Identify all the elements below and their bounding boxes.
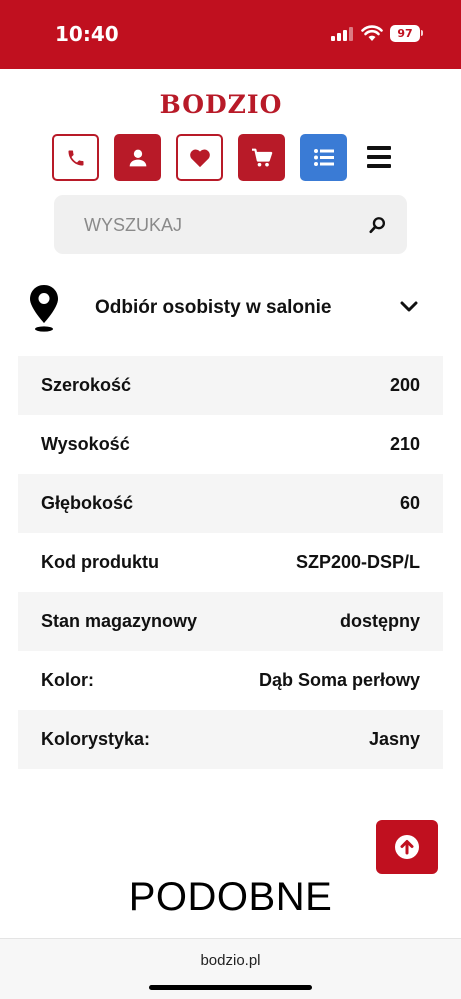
scroll-to-top-button[interactable] <box>376 820 438 874</box>
spec-value: Jasny <box>368 729 420 749</box>
spec-value: 210 <box>389 434 420 454</box>
spec-label: Kod produktu <box>41 552 159 572</box>
heart-icon <box>189 149 210 167</box>
spec-label: Wysokość <box>41 434 130 454</box>
search-icon[interactable] <box>369 216 387 234</box>
spec-value: 60 <box>399 493 420 513</box>
spec-row: Wysokość 210 <box>18 415 443 474</box>
cellular-signal-icon <box>331 27 353 41</box>
account-button[interactable] <box>114 134 161 181</box>
spec-label: Szerokość <box>41 375 132 395</box>
spec-value: 200 <box>389 375 420 395</box>
search-input[interactable] <box>84 209 364 241</box>
spec-label: Kolor: <box>41 670 94 690</box>
arrow-up-circle-icon <box>395 835 419 859</box>
user-icon <box>129 149 146 166</box>
spec-row: Kod produktu SZP200-DSP/L <box>18 533 443 592</box>
battery-level: 97 <box>397 27 413 40</box>
location-pin-icon <box>30 285 58 332</box>
spec-value: Dąb Soma perłowy <box>258 670 420 690</box>
product-specs-table: Szerokość 200 Wysokość 210 Głębokość 60 Kod… <box>18 356 443 769</box>
spec-row: Stan magazynowy dostępny <box>18 592 443 651</box>
battery-indicator: 97 <box>390 25 420 42</box>
phone-icon <box>68 150 83 165</box>
spec-label: Głębokość <box>41 493 134 513</box>
url-text[interactable]: bodzio.pl <box>0 952 461 969</box>
spec-row: Głębokość 60 <box>18 474 443 533</box>
cart-button[interactable] <box>238 134 285 181</box>
spec-row: Szerokość 200 <box>18 356 443 415</box>
home-indicator[interactable] <box>149 985 312 990</box>
wifi-icon <box>361 25 383 41</box>
delivery-option-label: Odbiór osobisty w salonie <box>95 297 332 318</box>
chevron-down-icon[interactable] <box>400 300 418 314</box>
list-button[interactable] <box>300 134 347 181</box>
spec-row: Kolor: Dąb Soma perłowy <box>18 651 443 710</box>
similar-products-heading: PODOBNE <box>128 875 333 919</box>
site-logo[interactable]: BODZIO <box>0 90 442 119</box>
favorites-button[interactable] <box>176 134 223 181</box>
search-box <box>54 195 407 254</box>
phone-button[interactable] <box>52 134 99 181</box>
spec-value: dostępny <box>339 611 420 631</box>
clock: 10:40 <box>55 22 119 46</box>
spec-label: Stan magazynowy <box>41 611 198 631</box>
hamburger-menu-icon[interactable] <box>367 146 391 168</box>
list-icon <box>313 149 334 166</box>
spec-label: Kolorystyka: <box>41 729 151 749</box>
spec-row: Kolorystyka: Jasny <box>18 710 443 769</box>
cart-icon <box>251 148 272 166</box>
spec-value: SZP200-DSP/L <box>295 552 420 572</box>
